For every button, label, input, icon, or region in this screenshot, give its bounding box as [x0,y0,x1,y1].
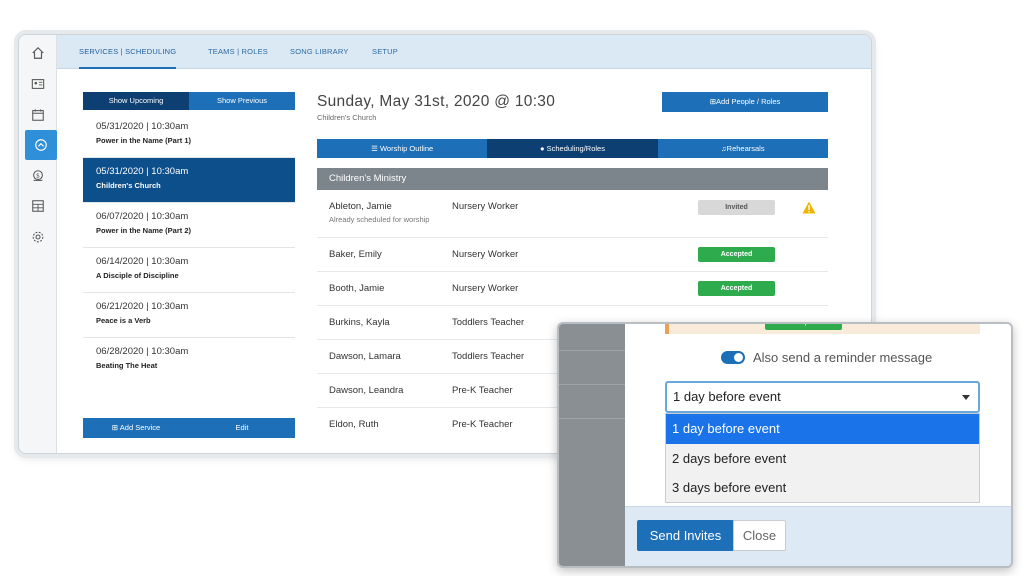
service-date: 05/31/2020 | 10:30am [96,121,189,132]
person-role: Toddlers Teacher [452,317,525,328]
person-note: Already scheduled for worship [329,215,430,224]
tab-scheduling-roles[interactable]: ● Scheduling/Roles [487,139,658,158]
status-badge[interactable]: Invited [698,200,775,215]
select-value: 1 day before event [673,389,781,404]
status-badge: Accepted [765,324,842,330]
reminder-toggle[interactable] [721,351,745,364]
popup-panel: Accepted Also send a reminder message 1 … [625,324,1011,506]
money-icon[interactable]: $ [27,165,49,187]
service-list-item-selected[interactable]: 05/31/2020 | 10:30am Children's Church [83,158,295,203]
service-title: A Disciple of Discipline [96,271,179,280]
reminder-toggle-row: Also send a reminder message [721,350,932,365]
service-title: Peace is a Verb [96,316,151,325]
grid-icon[interactable] [27,195,49,217]
add-service-label: Add Service [119,423,161,432]
close-button[interactable]: Close [733,520,786,551]
send-invites-popup: Accepted Also send a reminder message 1 … [557,322,1013,568]
icon-rail: $ [19,35,57,453]
reminder-options-list: 1 day before event 2 days before event 3… [665,413,980,503]
service-actions-bar: ⊞ Add Service Edit [83,418,295,438]
service-detail-title: Sunday, May 31st, 2020 @ 10:30 [317,93,556,110]
svg-text:$: $ [36,172,40,179]
service-date: 06/07/2020 | 10:30am [96,211,189,222]
popup-footer: Send Invites Close [625,506,1011,566]
person-name[interactable]: Booth, Jamie [329,283,384,294]
schedule-row: Ableton, Jamie Already scheduled for wor… [317,190,828,238]
edit-service-button[interactable]: Edit [189,418,295,438]
chevron-down-icon [962,395,970,400]
person-name[interactable]: Eldon, Ruth [329,419,379,430]
person-role: Toddlers Teacher [452,351,525,362]
person-role: Pre-K Teacher [452,419,513,430]
person-role: Nursery Worker [452,201,519,212]
service-title: Children's Church [96,181,161,190]
tab-song-library[interactable]: SONG LIBRARY [290,35,349,69]
person-name[interactable]: Dawson, Lamara [329,351,401,362]
list-icon: ☰ [371,144,380,153]
service-title: Power in the Name (Part 1) [96,136,192,145]
service-list-item[interactable]: 06/14/2020 | 10:30am A Disciple of Disci… [83,248,295,293]
person-name[interactable]: Burkins, Kayla [329,317,390,328]
option-3-days[interactable]: 3 days before event [666,473,979,503]
reminder-label: Also send a reminder message [753,350,933,365]
plus-square-icon: ⊞ [111,423,120,432]
service-list-item[interactable]: 05/31/2020 | 10:30am Power in the Name (… [83,113,295,158]
send-invites-button[interactable]: Send Invites [637,520,734,551]
show-upcoming-button[interactable]: Show Upcoming [83,92,189,110]
person-name[interactable]: Dawson, Leandra [329,385,403,396]
id-card-icon[interactable] [27,73,49,95]
service-date: 06/21/2020 | 10:30am [96,301,189,312]
service-list-item[interactable]: 06/07/2020 | 10:30am Power in the Name (… [83,203,295,248]
top-navigation: SERVICES | SCHEDULING TEAMS | ROLES SONG… [57,35,871,69]
add-service-button[interactable]: ⊞ Add Service [83,418,189,438]
tab-setup[interactable]: SETUP [372,35,398,69]
service-title: Beating The Heat [96,361,158,370]
service-list-toggle: Show Upcoming Show Previous [83,92,295,110]
calendar-icon[interactable] [27,104,49,126]
warning-icon[interactable] [802,201,816,214]
service-date: 05/31/2020 | 10:30am [96,166,189,177]
option-2-days[interactable]: 2 days before event [666,444,979,474]
user-circle-icon: ● [539,144,547,153]
tab-label: Rehearsals [726,144,765,153]
service-date: 06/28/2020 | 10:30am [96,346,189,357]
home-icon[interactable] [27,42,49,64]
tab-services-scheduling[interactable]: SERVICES | SCHEDULING [79,35,177,69]
tab-teams-roles[interactable]: TEAMS | ROLES [208,35,268,69]
schedule-row: Booth, Jamie Nursery Worker Accepted [317,272,828,306]
person-role: Pre-K Teacher [452,385,513,396]
circle-chevron-icon[interactable] [25,130,57,160]
status-badge[interactable]: Accepted [698,247,775,262]
gear-icon[interactable] [27,226,49,248]
person-name[interactable]: Ableton, Jamie [329,201,392,212]
person-role: Nursery Worker [452,249,519,260]
schedule-row: Baker, Emily Nursery Worker Accepted [317,238,828,272]
show-previous-button[interactable]: Show Previous [189,92,295,110]
status-badge[interactable]: Accepted [698,281,775,296]
tab-label: Scheduling/Roles [546,144,605,153]
tab-label: Worship Outline [379,144,434,153]
service-subtabs: ☰ Worship Outline ● Scheduling/Roles ♫Re… [317,139,828,158]
ministry-header: Children's Ministry [317,168,828,190]
service-list-item[interactable]: 06/28/2020 | 10:30am Beating The Heat [83,338,295,383]
service-detail-subtitle: Children's Church [317,113,377,122]
add-people-roles-button[interactable]: ⊞Add People / Roles [662,92,828,112]
person-role: Nursery Worker [452,283,519,294]
person-name[interactable]: Baker, Emily [329,249,382,260]
service-title: Power in the Name (Part 2) [96,226,192,235]
option-1-day[interactable]: 1 day before event [666,414,979,444]
dimmed-backdrop [559,324,625,566]
add-people-label: Add People / Roles [716,97,781,106]
reminder-timing-select[interactable]: 1 day before event [665,381,980,413]
service-list-item[interactable]: 06/21/2020 | 10:30am Peace is a Verb [83,293,295,338]
tab-rehearsals[interactable]: ♫Rehearsals [657,139,828,158]
service-date: 06/14/2020 | 10:30am [96,256,189,267]
tab-worship-outline[interactable]: ☰ Worship Outline [317,139,488,158]
